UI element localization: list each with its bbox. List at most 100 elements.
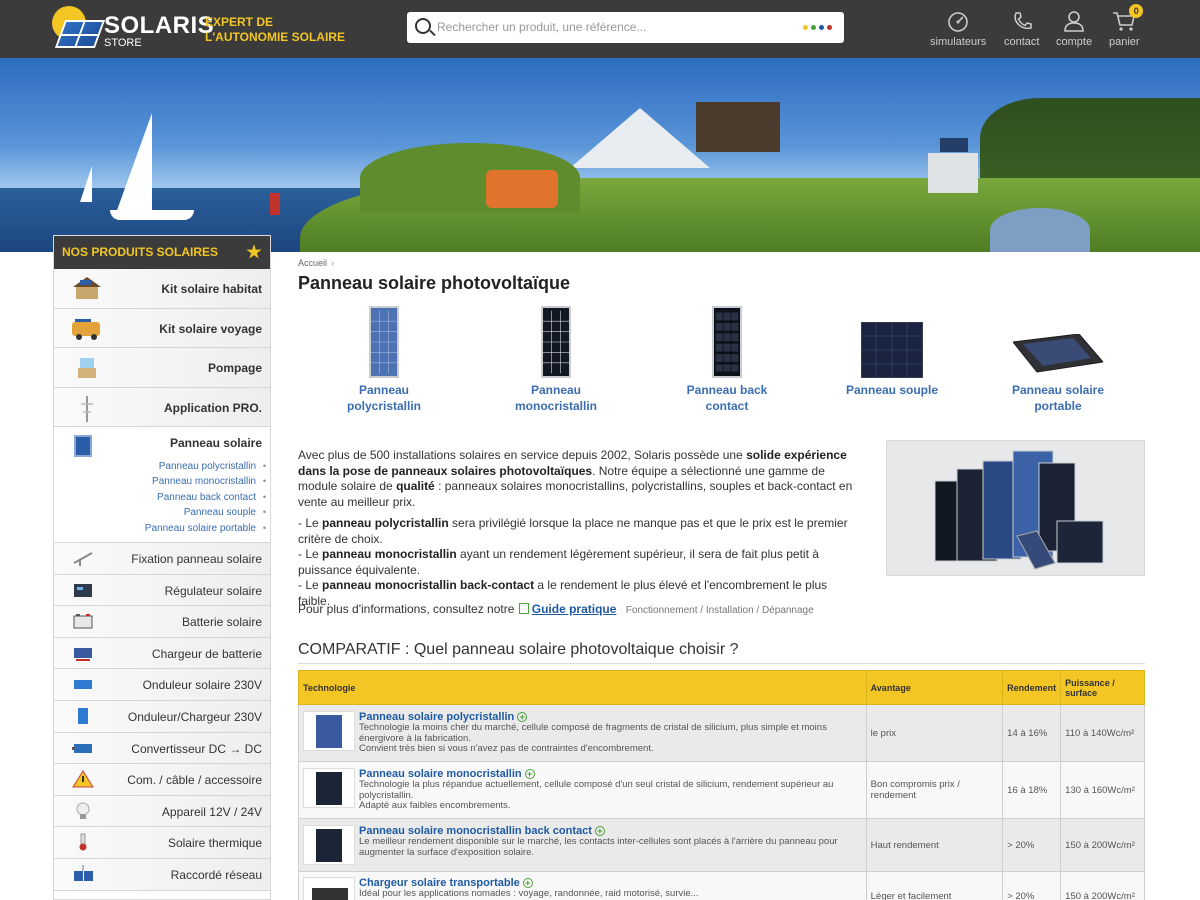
technology-cell: Panneau solaire monocristallin back cont… — [298, 818, 867, 872]
sidebar-item-convertisseur[interactable]: Convertisseur DC → DC — [54, 732, 270, 765]
hero-water-tank — [928, 153, 978, 193]
search-input[interactable] — [437, 17, 787, 37]
breadcrumb: Accueil › — [298, 258, 1145, 268]
sidebar-item-kit-habitat[interactable]: Kit solaire habitat — [54, 269, 270, 309]
sidebar-item-label: Onduleur/Chargeur 230V — [127, 709, 262, 724]
product-link[interactable]: Chargeur solaire transportable + — [359, 877, 859, 889]
sidebar-item-accessoire[interactable]: Com. / câble / accessoire — [54, 764, 270, 796]
bulb-icon — [72, 802, 94, 820]
cart-icon: 0 — [1111, 4, 1144, 32]
more-info: Pour plus d'informations, consultez notr… — [298, 602, 814, 616]
search-box — [407, 12, 844, 43]
product-description: Idéal pour les applications nomades : vo… — [359, 887, 699, 899]
power-cell: 110 à 140Wc/m² — [1060, 704, 1145, 762]
table-row: Panneau solaire monocristallin back cont… — [298, 818, 1145, 872]
technology-cell: Panneau solaire monocristallin + Technolo… — [298, 761, 867, 819]
product-thumbnail[interactable] — [303, 711, 355, 752]
product-thumbnail[interactable] — [303, 876, 355, 900]
sidebar-item-appareil[interactable]: Appareil 12V / 24V — [54, 795, 270, 828]
product-description: Technologie la moins cher du marché, cel… — [359, 722, 827, 744]
sidebar-title: NOS PRODUITS SOLAIRES — [62, 245, 219, 259]
house-icon — [70, 275, 104, 301]
charger-icon — [72, 644, 94, 662]
tagline: EXPERT DE L'AUTONOMIE SOLAIRE — [205, 15, 345, 45]
sidebar-item-kit-voyage[interactable]: Kit solaire voyage — [54, 308, 270, 348]
sidebar-item-panneau-solaire[interactable]: Panneau solaire Panneau polycristallin P… — [54, 427, 270, 543]
tool-label: simulateurs — [930, 36, 987, 48]
star-icon[interactable] — [246, 244, 262, 259]
category-label: Panneau polycristallin — [346, 383, 422, 413]
technology-cell: Panneau solaire polycristallin + Technolo… — [298, 704, 867, 762]
search-dot-icon — [803, 25, 808, 30]
search-icon[interactable] — [415, 18, 431, 34]
sidebar-item-onduleur-chargeur[interactable]: Onduleur/Chargeur 230V — [54, 700, 270, 733]
breadcrumb-separator: › — [331, 258, 335, 268]
product-thumbnail[interactable] — [303, 768, 355, 809]
plus-icon[interactable]: + — [522, 877, 533, 888]
plus-icon[interactable]: + — [594, 826, 605, 837]
tool-panier[interactable]: 0 panier — [1109, 4, 1144, 48]
main-content: Accueil › Panneau solaire photovoltaïque … — [298, 258, 1145, 900]
sidebar-item-onduleur[interactable]: Onduleur solaire 230V — [54, 669, 270, 701]
category-grid: Panneau polycristallin Panneau monocristal… — [298, 304, 1145, 416]
sidebar-item-label: Onduleur solaire 230V — [142, 678, 262, 693]
guide-link[interactable]: Guide pratique — [518, 602, 616, 616]
col-header: Avantage — [865, 670, 1004, 705]
category-back-contact[interactable]: Panneau back contact — [662, 304, 792, 414]
tool-simulateurs[interactable]: simulateurs — [930, 10, 986, 48]
logo[interactable]: SOLARIS STORE — [52, 6, 214, 52]
sidebar-item-thermique[interactable]: Solaire thermique — [54, 827, 270, 859]
tagline-line-2: L'AUTONOMIE SOLAIRE — [205, 30, 345, 44]
plus-icon[interactable]: + — [517, 712, 528, 723]
category-portable[interactable]: Panneau solaire portable — [993, 304, 1123, 414]
breadcrumb-home[interactable]: Accueil — [298, 258, 327, 268]
submenu-panneau-portable[interactable]: Panneau solaire portable — [145, 521, 266, 537]
product-sidebar: NOS PRODUITS SOLAIRES Kit solaire habita… — [53, 235, 271, 900]
sidebar-header: NOS PRODUITS SOLAIRES — [54, 236, 270, 269]
sidebar-item-fixation[interactable]: Fixation panneau solaire — [54, 543, 270, 575]
sidebar-item-label: Raccordé réseau — [170, 867, 262, 882]
product-description: Technologie la plus répandue actuellemen… — [359, 779, 834, 801]
sidebar-item-label: Régulateur solaire — [164, 583, 262, 598]
category-label: Panneau solaire portable — [1011, 383, 1105, 413]
sidebar-item-label: Application PRO. — [163, 400, 262, 415]
table-row: Chargeur solaire transportable + Idéal po… — [298, 871, 1145, 900]
submenu-panneau-polycristallin[interactable]: Panneau polycristallin — [145, 459, 267, 475]
sidebar-item-label: Panneau solaire — [169, 436, 262, 450]
submenu-panneau-souple[interactable]: Panneau souple — [145, 505, 267, 521]
sidebar-item-regulateur[interactable]: Régulateur solaire — [54, 574, 270, 607]
product-link[interactable]: Panneau solaire monocristallin + — [359, 768, 859, 780]
grid-icon — [72, 864, 94, 883]
site-header: SOLARIS STORE EXPERT DE L'AUTONOMIE SOLA… — [0, 0, 1200, 58]
sidebar-item-label: Kit solaire voyage — [159, 321, 262, 336]
hero-sailboat-small — [80, 166, 92, 202]
tool-contact[interactable]: contact — [1004, 10, 1039, 48]
product-link[interactable]: Panneau solaire monocristallin back cont… — [359, 825, 859, 837]
warning-icon — [72, 770, 94, 788]
plus-icon[interactable]: + — [524, 769, 535, 780]
sidebar-item-raccorde[interactable]: Raccordé réseau — [54, 858, 270, 891]
hero-van — [486, 170, 558, 208]
category-label: Panneau monocristallin — [514, 383, 597, 413]
tool-label: panier — [1109, 36, 1140, 48]
sidebar-item-label: Appareil 12V / 24V — [161, 804, 262, 819]
product-link[interactable]: Panneau solaire polycristallin + — [359, 711, 859, 723]
submenu-panneau-monocristallin[interactable]: Panneau monocristallin — [145, 474, 266, 490]
yield-cell: 14 à 16% — [1002, 704, 1062, 762]
speedometer-icon — [945, 10, 971, 32]
sidebar-item-application-pro[interactable]: Application PRO. — [54, 387, 270, 427]
sidebar-item-label: Convertisseur DC → DC — [131, 741, 262, 756]
category-polycristallin[interactable]: Panneau polycristallin — [319, 304, 449, 414]
sidebar-item-batterie[interactable]: Batterie solaire — [54, 606, 270, 638]
sidebar-item-pompage[interactable]: Pompage — [54, 348, 270, 388]
tool-compte[interactable]: compte — [1056, 10, 1092, 48]
power-cell: 150 à 200Wc/m² — [1060, 871, 1145, 900]
sidebar-item-chargeur[interactable]: Chargeur de batterie — [54, 637, 270, 670]
monocristallin-panel-icon — [541, 306, 571, 378]
category-monocristallin[interactable]: Panneau monocristallin — [491, 304, 621, 414]
col-header: Rendement — [1002, 670, 1062, 705]
category-image — [319, 304, 449, 380]
submenu-panneau-back-contact[interactable]: Panneau back contact — [145, 490, 266, 506]
category-souple[interactable]: Panneau souple — [827, 304, 957, 398]
product-thumbnail[interactable] — [303, 825, 355, 865]
